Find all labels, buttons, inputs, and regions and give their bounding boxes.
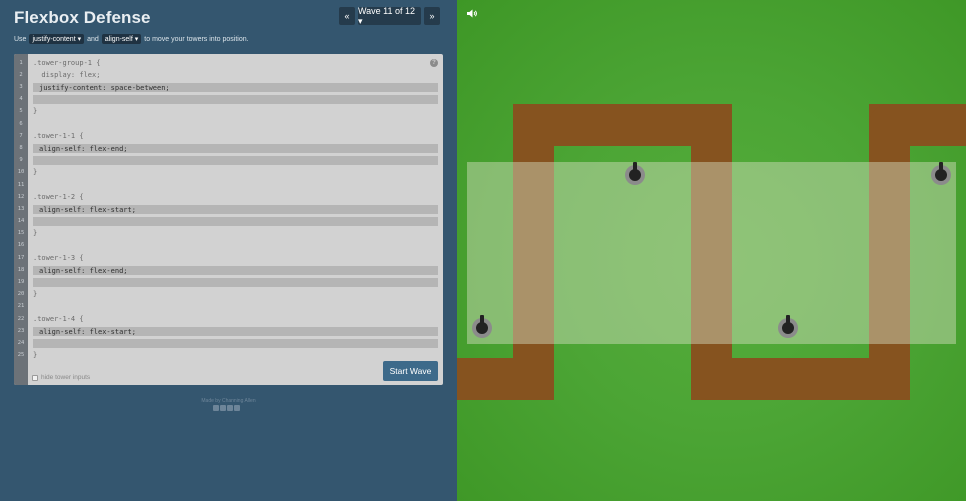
code-selector: .tower-group-1 { (33, 59, 101, 67)
justify-content-chip[interactable]: justify-content ▾ (29, 34, 85, 44)
css-input-line[interactable]: align-self: flex-end; (33, 266, 438, 275)
code-closing-brace: } (33, 168, 38, 176)
hide-inputs-label: hide tower inputs (41, 374, 91, 381)
code-selector: .tower-1-1 { (33, 132, 84, 140)
tower-group-1 (467, 162, 956, 344)
align-self-chip[interactable]: align-self ▾ (101, 34, 142, 44)
code-static: display: flex; (33, 71, 101, 79)
line-number: 7 (19, 133, 23, 139)
css-input-line[interactable]: align-self: flex-start; (33, 327, 438, 336)
css-input-line[interactable] (33, 278, 438, 287)
enemy-path (869, 104, 966, 146)
line-number: 3 (19, 84, 23, 90)
code-selector: .tower-1-4 { (33, 315, 84, 323)
line-number-gutter: 1 2 3 4 5 6 7 8 9 10 11 12 13 14 15 16 1… (14, 54, 28, 385)
line-number: 14 (17, 218, 25, 224)
tower-1-1 (472, 315, 492, 338)
line-number: 12 (17, 194, 25, 200)
instructions-use: Use (14, 35, 27, 43)
css-editor: 1 2 3 4 5 6 7 8 9 10 11 12 13 14 15 16 1… (14, 54, 443, 385)
credit-text: Made by Channing Allen (201, 398, 256, 404)
line-number: 16 (17, 242, 25, 248)
line-number: 17 (17, 255, 25, 261)
social-links (213, 405, 240, 411)
line-number: 6 (19, 121, 23, 127)
twitter-icon[interactable] (220, 405, 226, 411)
css-input-text: align-self: flex-start; (39, 206, 136, 214)
game-board (457, 0, 966, 501)
line-number: 19 (17, 279, 25, 285)
page-title: Flexbox Defense (14, 8, 151, 27)
line-number: 15 (17, 230, 25, 236)
hide-inputs-checkbox[interactable] (32, 374, 38, 381)
css-input-line[interactable] (33, 95, 438, 104)
line-number: 20 (17, 291, 25, 297)
line-number: 18 (17, 267, 25, 273)
facebook-icon[interactable] (213, 405, 219, 411)
line-number: 22 (17, 316, 25, 322)
line-number: 11 (17, 182, 25, 188)
line-number: 9 (19, 157, 23, 163)
code-closing-brace: } (33, 290, 38, 298)
linkedin-icon[interactable] (227, 405, 233, 411)
tower-1-3 (778, 315, 798, 338)
help-icon[interactable]: ? (430, 59, 438, 67)
tower-1-2 (625, 162, 645, 185)
instructions-panel: Flexbox Defense « Wave 11 of 12 ▾ » Use … (0, 0, 457, 501)
css-input-text: justify-content: space-between; (39, 84, 170, 92)
css-input-text: align-self: flex-end; (39, 267, 128, 275)
css-input-line[interactable] (33, 217, 438, 226)
line-number: 5 (19, 108, 23, 114)
line-number: 2 (19, 72, 23, 78)
css-input-text: align-self: flex-start; (39, 328, 136, 336)
css-input-line[interactable]: align-self: flex-end; (33, 144, 438, 153)
code-closing-brace: } (33, 107, 38, 115)
instructions-and: and (87, 35, 99, 43)
code-selector: .tower-1-2 { (33, 193, 84, 201)
css-input-text: align-self: flex-end; (39, 145, 128, 153)
line-number: 8 (19, 145, 23, 151)
next-wave-button[interactable]: » (424, 7, 440, 25)
line-number: 24 (17, 340, 25, 346)
code-selector: .tower-1-3 { (33, 254, 84, 262)
tower-1-4 (931, 162, 951, 185)
line-number: 25 (17, 352, 25, 358)
css-input-line[interactable] (33, 156, 438, 165)
line-number: 23 (17, 328, 25, 334)
previous-wave-button[interactable]: « (339, 7, 355, 25)
wave-navigation: « Wave 11 of 12 ▾ » (339, 6, 440, 26)
github-icon[interactable] (234, 405, 240, 411)
hide-tower-inputs-toggle[interactable]: hide tower inputs (32, 374, 90, 381)
css-input-line[interactable] (33, 339, 438, 348)
line-number: 13 (17, 206, 25, 212)
code-closing-brace: } (33, 351, 38, 359)
instructions-text: Use justify-content ▾ and align-self ▾ t… (14, 34, 249, 44)
css-input-line[interactable]: justify-content: space-between; (33, 83, 438, 92)
line-number: 21 (17, 303, 25, 309)
wave-selector[interactable]: Wave 11 of 12 ▾ (358, 6, 421, 26)
line-number: 4 (19, 96, 23, 102)
start-wave-button[interactable]: Start Wave (383, 361, 438, 381)
instructions-rest: to move your towers into position. (144, 35, 249, 43)
css-input-line[interactable]: align-self: flex-start; (33, 205, 438, 214)
code-closing-brace: } (33, 229, 38, 237)
line-number: 10 (17, 169, 25, 175)
speaker-icon[interactable] (467, 9, 478, 18)
line-number: 1 (19, 60, 23, 66)
